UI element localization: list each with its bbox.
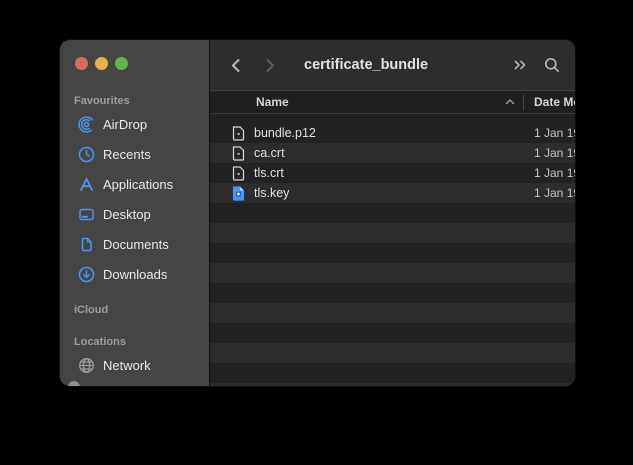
- file-date-modified: 1 Jan 19: [524, 166, 575, 180]
- download-circle-icon: [78, 266, 95, 283]
- finder-window: Favourites AirDrop Recents: [60, 40, 575, 386]
- clock-icon: [78, 146, 95, 163]
- close-button[interactable]: [75, 57, 88, 70]
- sidebar-item-airdrop[interactable]: AirDrop: [60, 110, 209, 138]
- globe-icon: [78, 357, 95, 374]
- sidebar-item-label: Network: [103, 358, 151, 373]
- file-date-modified: 1 Jan 19: [524, 146, 575, 160]
- document-icon: [78, 236, 95, 253]
- sidebar-item-label: Recents: [103, 147, 151, 162]
- file-name: tls.crt: [254, 166, 524, 180]
- sort-ascending-icon: [504, 96, 516, 108]
- sidebar-item-applications[interactable]: Applications: [60, 170, 209, 198]
- sidebar-item-label: Desktop: [103, 207, 151, 222]
- search-button[interactable]: [543, 56, 561, 74]
- sidebar-item-label: AirDrop: [103, 117, 147, 132]
- table-row[interactable]: tls.crt 1 Jan 19: [210, 163, 575, 183]
- file-date-modified: 1 Jan 19: [524, 126, 575, 140]
- table-row[interactable]: ca.crt 1 Jan 19: [210, 143, 575, 163]
- table-row[interactable]: bundle.p12 1 Jan 19: [210, 123, 575, 143]
- sidebar-item-label: Documents: [103, 237, 169, 252]
- sidebar-item-documents[interactable]: Documents: [60, 230, 209, 258]
- sidebar-item-label: Applications: [103, 177, 173, 192]
- sidebar-section-icloud: iCloud: [74, 304, 209, 317]
- file-list: bundle.p12 1 Jan 19 ca.crt 1 Jan 19: [210, 114, 575, 386]
- sidebar: Favourites AirDrop Recents: [60, 40, 210, 386]
- content-pane: certificate_bundle Name Date Mo: [210, 40, 575, 386]
- sidebar-item-desktop[interactable]: Desktop: [60, 200, 209, 228]
- back-button[interactable]: [228, 57, 245, 74]
- column-header-date-modified[interactable]: Date Mo: [524, 95, 575, 109]
- certificate-file-icon: [232, 126, 245, 141]
- list-column-header: Name Date Mo: [210, 90, 575, 114]
- table-row[interactable]: tls.key 1 Jan 19: [210, 183, 575, 203]
- app-store-a-icon: [78, 176, 95, 193]
- certificate-file-icon: [232, 166, 245, 181]
- certificate-file-icon: [232, 146, 245, 161]
- sidebar-item-recents[interactable]: Recents: [60, 140, 209, 168]
- window-controls: [60, 40, 209, 70]
- file-name: tls.key: [254, 186, 524, 200]
- sidebar-section-favourites: Favourites: [74, 95, 209, 108]
- sidebar-item-downloads[interactable]: Downloads: [60, 260, 209, 288]
- sidebar-item-label: Downloads: [103, 267, 167, 282]
- zoom-button[interactable]: [115, 57, 128, 70]
- sidebar-section-locations: Locations: [74, 336, 209, 349]
- file-name: bundle.p12: [254, 126, 524, 140]
- minimize-button[interactable]: [95, 57, 108, 70]
- forward-button[interactable]: [261, 57, 278, 74]
- column-header-name[interactable]: Name: [256, 95, 289, 109]
- more-toolbar-items-button[interactable]: [511, 56, 529, 74]
- window-title: certificate_bundle: [304, 57, 428, 73]
- clipped-sidebar-icon: [68, 381, 80, 386]
- desktop-icon: [78, 206, 95, 223]
- airdrop-icon: [78, 116, 95, 133]
- sidebar-item-network[interactable]: Network: [60, 351, 209, 379]
- key-file-icon: [232, 186, 245, 201]
- file-name: ca.crt: [254, 146, 524, 160]
- file-date-modified: 1 Jan 19: [524, 186, 575, 200]
- toolbar: certificate_bundle: [210, 40, 575, 90]
